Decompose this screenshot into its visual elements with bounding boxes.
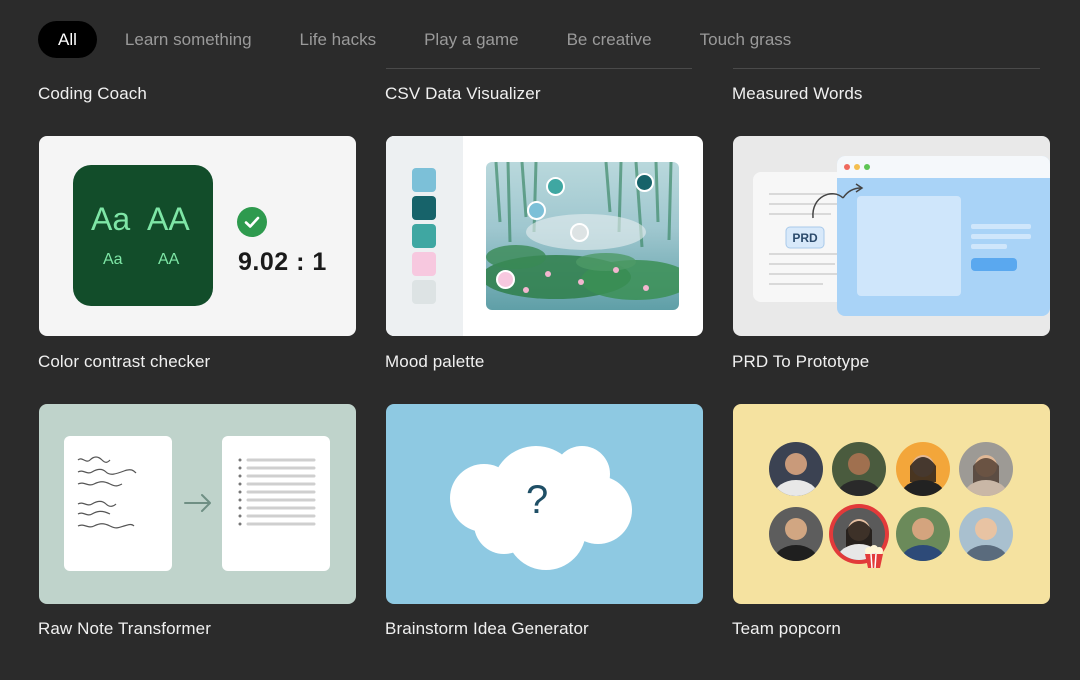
tab-play-a-game[interactable]: Play a game	[424, 30, 519, 50]
card-title[interactable]: Raw Note Transformer	[38, 619, 211, 639]
tab-all[interactable]: All	[38, 21, 97, 58]
raw-note-page	[64, 436, 172, 571]
avatar	[769, 507, 823, 561]
avatar	[959, 507, 1013, 561]
card-color-contrast-checker[interactable]: Aa AA Aa AA 9.02 : 1	[39, 136, 356, 336]
card-title[interactable]: Brainstorm Idea Generator	[385, 619, 589, 639]
color-picker-dot	[527, 201, 546, 220]
sample-text: AA	[147, 201, 190, 237]
card-title[interactable]: Team popcorn	[732, 619, 841, 639]
prd-label: PRD	[792, 231, 818, 245]
tab-life-hacks[interactable]: Life hacks	[300, 30, 377, 50]
sample-text: Aa	[91, 201, 131, 237]
palette-chip	[412, 252, 436, 276]
card-team-popcorn[interactable]	[733, 404, 1050, 604]
sample-text: AA	[158, 251, 180, 268]
palette-chip	[412, 196, 436, 220]
question-mark: ?	[526, 478, 549, 522]
card-raw-note-transformer[interactable]	[39, 404, 356, 604]
formatted-list-page	[222, 436, 330, 571]
color-picker-dot	[635, 173, 654, 192]
tab-learn-something[interactable]: Learn something	[125, 30, 252, 50]
card-title[interactable]: Mood palette	[385, 352, 485, 372]
palette-chip	[412, 280, 436, 304]
avatar	[832, 442, 886, 496]
popcorn-icon	[863, 545, 885, 574]
check-circle-icon	[237, 207, 267, 237]
prd-illustration	[753, 156, 1050, 316]
palette-chip	[412, 168, 436, 192]
card-title-csv-data-visualizer[interactable]: CSV Data Visualizer	[385, 84, 541, 104]
arrow-right-icon	[184, 492, 212, 519]
card-title-measured-words[interactable]: Measured Words	[732, 84, 863, 104]
avatar	[896, 507, 950, 561]
avatar	[896, 442, 950, 496]
water-lilies-painting	[486, 162, 679, 310]
color-picker-dot	[570, 223, 589, 242]
divider	[386, 68, 692, 69]
category-tabs: All Learn something Life hacks Play a ga…	[38, 21, 839, 58]
card-title[interactable]: PRD To Prototype	[732, 352, 869, 372]
tab-be-creative[interactable]: Be creative	[567, 30, 652, 50]
tab-touch-grass[interactable]: Touch grass	[700, 30, 792, 50]
palette-chip	[412, 224, 436, 248]
divider	[733, 68, 1040, 69]
card-title-coding-coach[interactable]: Coding Coach	[38, 84, 147, 104]
card-brainstorm-idea-generator[interactable]: ?	[386, 404, 703, 604]
color-swatch: Aa AA Aa AA	[73, 165, 213, 306]
sample-text: Aa	[103, 251, 123, 268]
color-picker-dot	[496, 270, 515, 289]
card-title[interactable]: Color contrast checker	[38, 352, 210, 372]
card-prd-to-prototype[interactable]: PRD	[733, 136, 1050, 336]
palette-sidebar	[386, 136, 463, 336]
card-mood-palette[interactable]	[386, 136, 703, 336]
avatar	[959, 442, 1013, 496]
color-picker-dot	[546, 177, 565, 196]
contrast-ratio: 9.02 : 1	[238, 248, 327, 276]
avatar	[769, 442, 823, 496]
